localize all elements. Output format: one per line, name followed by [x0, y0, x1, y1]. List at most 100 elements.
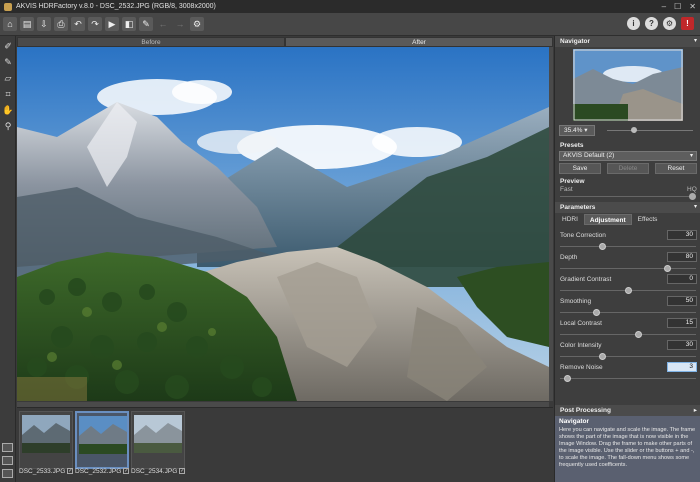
maximize-icon[interactable]: ☐ [674, 2, 681, 11]
tone-correction-input[interactable]: 30 [667, 230, 697, 240]
help-icon[interactable]: ? [645, 17, 658, 30]
slider-track[interactable] [560, 356, 696, 357]
param-gradient-contrast: Gradient Contrast 0 [555, 274, 700, 298]
chevron-down-icon: ▾ [689, 153, 693, 159]
preview-fast-label: Fast [560, 186, 573, 193]
before-after-icon[interactable]: ✎ [139, 17, 153, 31]
post-processing-header[interactable]: Post Processing ▸ [555, 405, 700, 416]
save-icon[interactable]: ⇩ [37, 17, 51, 31]
tab-adjustment[interactable]: Adjustment [583, 214, 632, 225]
forward-icon[interactable]: → [173, 17, 187, 31]
view-tabs: Before After [17, 37, 553, 47]
vertical-scrollbar[interactable] [549, 47, 553, 401]
zoom-control: 35.4% ▾ [559, 125, 697, 136]
navigator-header[interactable]: Navigator ▾ [555, 36, 700, 47]
settings-icon[interactable]: ⚙ [663, 17, 676, 30]
compare-icon[interactable]: ◧ [122, 17, 136, 31]
parameters-header[interactable]: Parameters ▾ [555, 202, 700, 213]
reset-preset-button[interactable]: Reset [655, 163, 697, 174]
zoom-dropdown[interactable]: 35.4% ▾ [559, 125, 595, 136]
slider-handle[interactable] [563, 375, 571, 382]
preview-slider-handle[interactable] [689, 193, 696, 200]
thumbnail-3-checkbox[interactable]: ✓ [179, 468, 186, 475]
zoom-slider-handle[interactable] [631, 127, 637, 133]
depth-input[interactable]: 80 [667, 252, 697, 262]
alert-icon[interactable]: ! [681, 17, 694, 30]
gradient-contrast-input[interactable]: 0 [667, 274, 697, 284]
preview-hq-label: HQ [687, 186, 697, 193]
slider-track[interactable] [560, 268, 696, 269]
redo-icon[interactable]: ↷ [88, 17, 102, 31]
slider-handle[interactable] [599, 243, 606, 250]
view-split-icon[interactable] [2, 456, 13, 465]
thumbnail-image [79, 416, 127, 454]
save-preset-button[interactable]: Save [559, 163, 601, 174]
parameters-tabs: HDRI Adjustment Effects [557, 214, 662, 225]
param-smoothing: Smoothing 50 [555, 296, 700, 320]
photo-canvas [17, 47, 549, 401]
collapse-arrow-icon[interactable]: ▾ [694, 202, 697, 213]
eraser-icon[interactable]: ▱ [2, 72, 14, 84]
thumbnail-3-label: DSC_2534.JPG ✓ [131, 468, 186, 475]
thumbnail-2[interactable] [75, 411, 129, 469]
help-title: Navigator [559, 418, 589, 425]
thumbnail-3[interactable] [131, 411, 185, 469]
image-window[interactable] [17, 47, 549, 401]
slider-handle[interactable] [664, 265, 671, 272]
view-thumbs-icon[interactable] [2, 469, 13, 478]
slider-handle[interactable] [635, 331, 643, 338]
param-color-intensity: Color Intensity 30 [555, 340, 700, 364]
color-intensity-input[interactable]: 30 [667, 340, 697, 350]
zoom-icon[interactable]: ⚲ [2, 120, 14, 132]
back-icon[interactable]: ← [156, 17, 170, 31]
delete-preset-button[interactable]: Delete [607, 163, 649, 174]
brush-icon[interactable]: ✎ [2, 56, 14, 68]
batch-icon[interactable]: ⚙ [190, 17, 204, 31]
print-icon[interactable]: ⎙ [54, 17, 68, 31]
slider-track[interactable] [560, 334, 696, 335]
preset-select[interactable]: AKVIS Default (2) ▾ [559, 151, 697, 161]
param-remove-noise: Remove Noise 3 [555, 362, 700, 386]
preview-slider-track[interactable] [560, 196, 696, 197]
hand-icon[interactable]: ✋ [2, 104, 14, 116]
eyedropper-icon[interactable]: ✐ [2, 40, 14, 52]
remove-noise-input[interactable]: 3 [667, 362, 697, 372]
close-icon[interactable]: ✕ [689, 2, 696, 11]
expand-arrow-icon[interactable]: ▸ [694, 405, 697, 416]
tab-hdri[interactable]: HDRI [557, 214, 583, 225]
slider-handle[interactable] [592, 309, 600, 316]
thumbnail-2-checkbox[interactable]: ✓ [123, 468, 130, 475]
slider-track[interactable] [560, 246, 696, 247]
crop-icon[interactable]: ⌗ [2, 88, 14, 100]
presets-title: Presets [560, 142, 584, 149]
view-single-icon[interactable] [2, 443, 13, 452]
undo-icon[interactable]: ↶ [71, 17, 85, 31]
zoom-slider-track[interactable] [607, 130, 693, 131]
window-controls: – ☐ ✕ [662, 2, 696, 11]
smoothing-input[interactable]: 50 [667, 296, 697, 306]
navigator-preview[interactable] [573, 49, 683, 121]
collapse-arrow-icon[interactable]: ▾ [694, 36, 697, 47]
minimize-icon[interactable]: – [662, 2, 666, 11]
thumbnail-1[interactable] [19, 411, 73, 469]
open-icon[interactable]: ▤ [20, 17, 34, 31]
thumbnail-1-checkbox[interactable]: ✓ [67, 468, 74, 475]
settings-panel: Navigator ▾ 35.4% ▾ Presets AKVIS Default… [554, 36, 700, 482]
slider-track[interactable] [560, 378, 696, 379]
toolbar: ⌂ ▤ ⇩ ⎙ ↶ ↷ ▶ ◧ ✎ ← → ⚙ i ? ⚙ ! [0, 13, 700, 36]
param-tone-correction: Tone Correction 30 [555, 230, 700, 254]
info-icon[interactable]: i [627, 17, 640, 30]
local-contrast-input[interactable]: 15 [667, 318, 697, 328]
tab-after[interactable]: After [285, 37, 553, 47]
param-depth: Depth 80 [555, 252, 700, 276]
tab-effects[interactable]: Effects [633, 214, 663, 225]
tool-panel: ✐ ✎ ▱ ⌗ ✋ ⚲ [0, 36, 16, 482]
param-local-contrast: Local Contrast 15 [555, 318, 700, 342]
slider-handle[interactable] [625, 287, 632, 294]
slider-track[interactable] [560, 312, 696, 313]
home-icon[interactable]: ⌂ [3, 17, 17, 31]
run-icon[interactable]: ▶ [105, 17, 119, 31]
thumbnail-2-label: DSC_2532.JPG ✓ [75, 468, 130, 475]
slider-handle[interactable] [599, 353, 606, 360]
tab-before[interactable]: Before [17, 37, 285, 47]
